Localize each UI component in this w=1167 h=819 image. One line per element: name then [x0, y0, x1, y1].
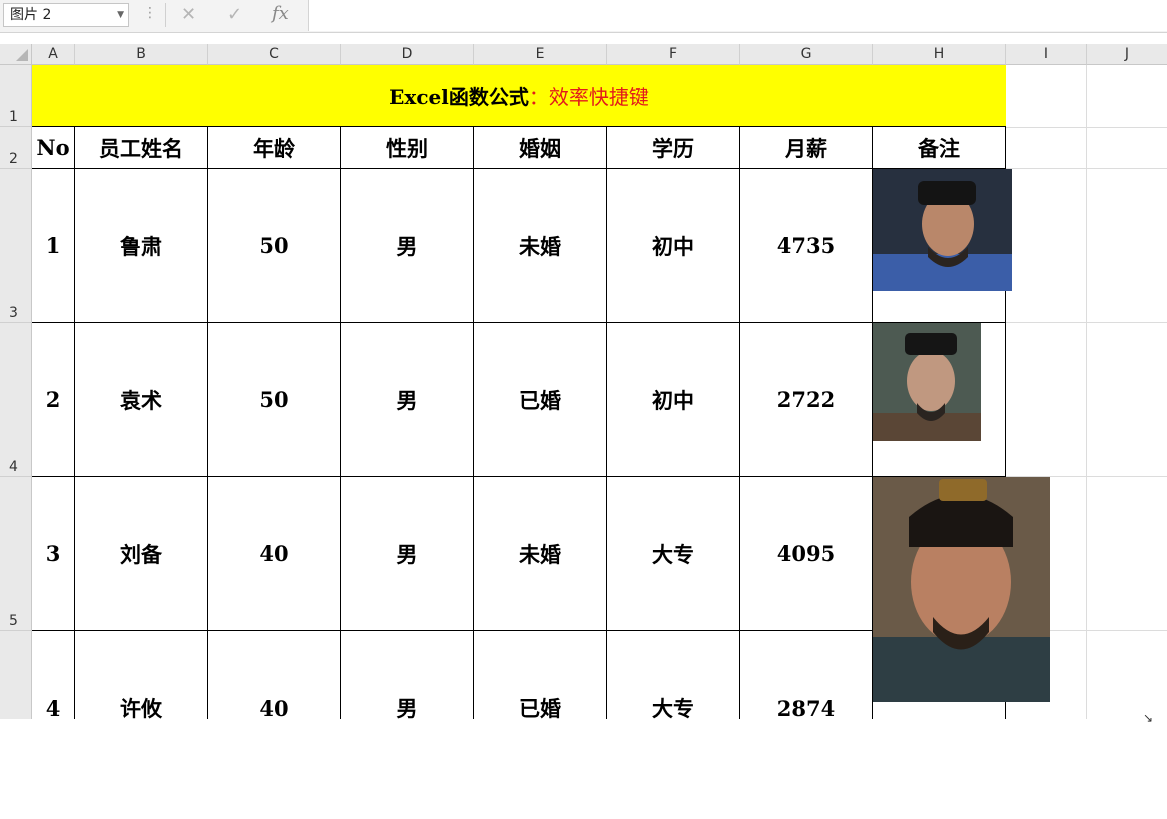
formula-bar: 图片 2 ▼ ⋮ ✕ ✓ fx	[0, 0, 1167, 33]
more-options-icon[interactable]: ⋮	[143, 5, 157, 21]
header-salary[interactable]: 月薪	[740, 127, 873, 169]
cell-age[interactable]: 40	[208, 477, 341, 631]
column-header-j[interactable]: J	[1087, 44, 1167, 65]
column-header-d[interactable]: D	[341, 44, 474, 65]
row-header-4[interactable]: 4	[0, 323, 32, 477]
cell-salary[interactable]: 2722	[740, 323, 873, 477]
formula-input[interactable]	[308, 0, 1167, 31]
column-header-f[interactable]: F	[607, 44, 740, 65]
portrait-image[interactable]	[873, 169, 1012, 291]
cell-gender[interactable]: 男	[341, 169, 474, 323]
row-header-1[interactable]: 1	[0, 65, 32, 127]
cell-education[interactable]: 初中	[607, 323, 740, 477]
formula-bar-divider	[165, 3, 166, 27]
header-age[interactable]: 年龄	[208, 127, 341, 169]
chevron-down-icon[interactable]: ▼	[117, 4, 124, 26]
column-header-e[interactable]: E	[474, 44, 607, 65]
title-cell[interactable]: Excel函数公式 ：效率快捷键	[32, 65, 1006, 127]
cell-name[interactable]: 鲁肃	[75, 169, 208, 323]
header-notes[interactable]: 备注	[873, 127, 1006, 169]
column-header-i[interactable]: I	[1006, 44, 1087, 65]
cell-gender[interactable]: 男	[341, 323, 474, 477]
row-header-2[interactable]: 2	[0, 127, 32, 169]
row-header-6[interactable]	[0, 631, 32, 719]
title-subtitle: ：效率快捷键	[528, 85, 649, 109]
select-all-button[interactable]	[0, 44, 32, 65]
portrait-image[interactable]	[873, 323, 981, 441]
column-header-b[interactable]: B	[75, 44, 208, 65]
gridline	[1006, 127, 1167, 128]
confirm-icon[interactable]: ✓	[227, 4, 242, 25]
gridline	[1086, 65, 1087, 719]
cell-marriage[interactable]: 已婚	[474, 323, 607, 477]
cell-no[interactable]: 1	[32, 169, 75, 323]
cell-salary[interactable]: 4735	[740, 169, 873, 323]
cell-age[interactable]: 50	[208, 169, 341, 323]
name-box-value: 图片 2	[10, 7, 52, 23]
cell-education[interactable]: 大专	[607, 477, 740, 631]
cell-gender[interactable]: 男	[341, 477, 474, 631]
pointer-cursor-icon: ↘	[1143, 711, 1154, 725]
gridline	[1006, 168, 1167, 169]
header-marriage[interactable]: 婚姻	[474, 127, 607, 169]
cell-name[interactable]: 袁术	[75, 323, 208, 477]
viewport-clip	[32, 719, 1167, 819]
column-header-h[interactable]: H	[873, 44, 1006, 65]
cell-no[interactable]: 2	[32, 323, 75, 477]
gridline	[1006, 322, 1167, 323]
column-header-g[interactable]: G	[740, 44, 873, 65]
title-text: Excel函数公式	[389, 85, 529, 109]
cell-name[interactable]: 刘备	[75, 477, 208, 631]
row-header-3[interactable]: 3	[0, 169, 32, 323]
row-header-5[interactable]: 5	[0, 477, 32, 631]
header-no[interactable]: No	[32, 127, 75, 169]
cell-marriage[interactable]: 未婚	[474, 477, 607, 631]
column-header-a[interactable]: A	[32, 44, 75, 65]
header-name[interactable]: 员工姓名	[75, 127, 208, 169]
header-education[interactable]: 学历	[607, 127, 740, 169]
portrait-image[interactable]	[873, 477, 1050, 702]
header-gender[interactable]: 性别	[341, 127, 474, 169]
name-box[interactable]: 图片 2 ▼	[3, 3, 129, 27]
column-header-c[interactable]: C	[208, 44, 341, 65]
cell-age[interactable]: 50	[208, 323, 341, 477]
cell-education[interactable]: 初中	[607, 169, 740, 323]
cancel-icon[interactable]: ✕	[181, 4, 196, 25]
cell-no[interactable]: 3	[32, 477, 75, 631]
cell-marriage[interactable]: 未婚	[474, 169, 607, 323]
cell-salary[interactable]: 4095	[740, 477, 873, 631]
insert-function-icon[interactable]: fx	[272, 3, 289, 24]
